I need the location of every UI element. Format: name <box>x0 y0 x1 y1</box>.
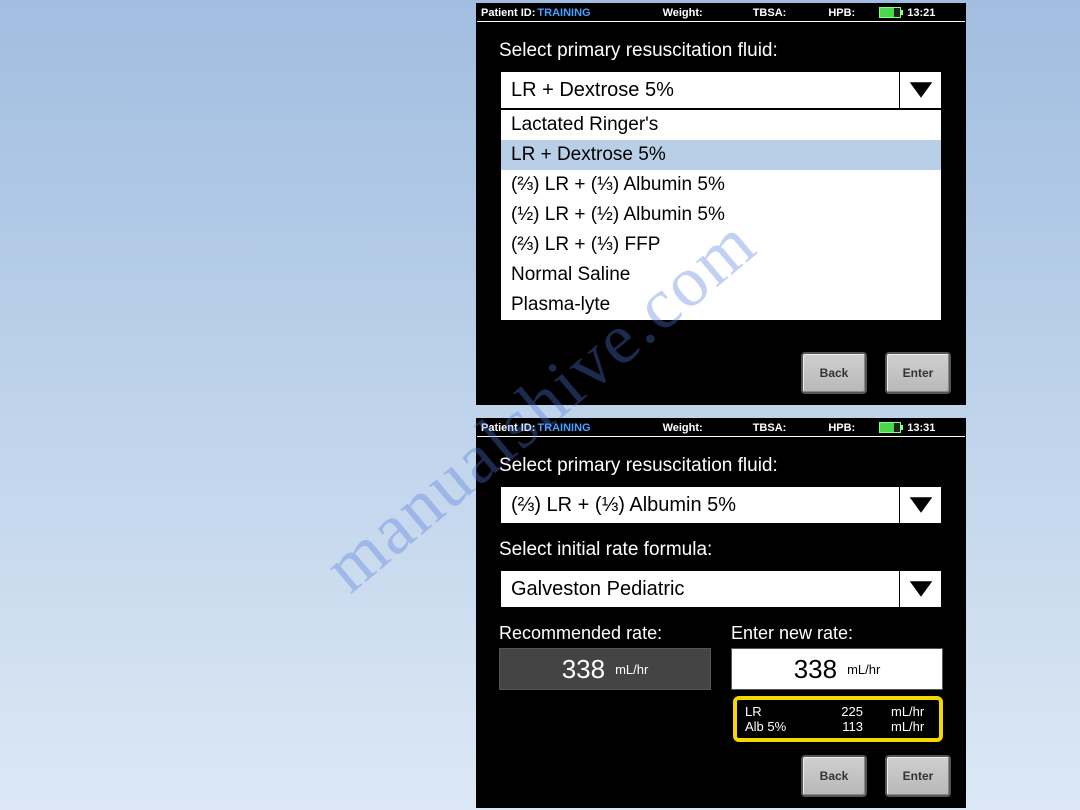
recommended-rate-box: 338 mL/hr <box>499 648 711 690</box>
fluid-option[interactable]: (½) LR + (½) Albumin 5% <box>501 200 941 230</box>
breakdown-row: LR 225 mL/hr <box>745 704 931 719</box>
tbsa-label: TBSA: <box>753 7 787 19</box>
breakdown-name: LR <box>745 704 801 719</box>
enter-rate-value: 338 <box>794 654 837 685</box>
recommended-rate-label: Recommended rate: <box>499 623 711 644</box>
chevron-down-icon <box>899 571 941 607</box>
breakdown-value: 113 <box>823 719 863 734</box>
breakdown-name: Alb 5% <box>745 719 801 734</box>
rate-breakdown-box: LR 225 mL/hr Alb 5% 113 mL/hr <box>733 696 943 742</box>
fluid-option[interactable]: Plasma-lyte <box>501 290 941 320</box>
device-screen-1: Patient ID: TRAINING Weight: TBSA: HPB: … <box>476 3 966 405</box>
battery-icon <box>879 422 901 433</box>
back-button[interactable]: Back <box>801 352 867 394</box>
chevron-down-icon <box>899 72 941 108</box>
breakdown-unit: mL/hr <box>885 704 931 719</box>
fluid-option[interactable]: LR + Dextrose 5% <box>501 140 941 170</box>
fluid-option[interactable]: (⅔) LR + (⅓) FFP <box>501 230 941 260</box>
tbsa-label: TBSA: <box>753 422 787 434</box>
breakdown-row: Alb 5% 113 mL/hr <box>745 719 931 734</box>
weight-label: Weight: <box>663 422 703 434</box>
fluid-select-value: (⅔) LR + (⅓) Albumin 5% <box>511 494 736 517</box>
chevron-down-icon <box>899 487 941 523</box>
fluid-select[interactable]: (⅔) LR + (⅓) Albumin 5% <box>499 485 943 525</box>
enter-rate-input[interactable]: 338 mL/hr <box>731 648 943 690</box>
fluid-select-value: LR + Dextrose 5% <box>511 79 674 102</box>
fluid-option[interactable]: Lactated Ringer's <box>501 110 941 140</box>
clock: 13:31 <box>907 422 935 434</box>
enter-button[interactable]: Enter <box>885 755 951 797</box>
breakdown-value: 225 <box>823 704 863 719</box>
fluid-option[interactable]: (⅔) LR + (⅓) Albumin 5% <box>501 170 941 200</box>
enter-rate-label: Enter new rate: <box>731 623 943 644</box>
fluid-option[interactable]: Normal Saline <box>501 260 941 290</box>
fluid-prompt: Select primary resuscitation fluid: <box>499 40 943 62</box>
formula-select-value: Galveston Pediatric <box>511 578 684 601</box>
patient-id-label: Patient ID: <box>481 422 535 434</box>
recommended-rate-value: 338 <box>562 654 605 685</box>
hpb-label: HPB: <box>828 7 855 19</box>
enter-button[interactable]: Enter <box>885 352 951 394</box>
hpb-label: HPB: <box>828 422 855 434</box>
recommended-rate-unit: mL/hr <box>615 662 648 677</box>
patient-id-value: TRAINING <box>537 422 590 434</box>
formula-select[interactable]: Galveston Pediatric <box>499 569 943 609</box>
status-bar: Patient ID: TRAINING Weight: TBSA: HPB: … <box>477 419 965 437</box>
battery-icon <box>879 7 901 18</box>
enter-rate-unit: mL/hr <box>847 662 880 677</box>
back-button[interactable]: Back <box>801 755 867 797</box>
clock: 13:21 <box>907 7 935 19</box>
weight-label: Weight: <box>663 7 703 19</box>
fluid-select[interactable]: LR + Dextrose 5% <box>499 70 943 110</box>
breakdown-unit: mL/hr <box>885 719 931 734</box>
patient-id-value: TRAINING <box>537 7 590 19</box>
patient-id-label: Patient ID: <box>481 7 535 19</box>
status-bar: Patient ID: TRAINING Weight: TBSA: HPB: … <box>477 4 965 22</box>
device-screen-2: Patient ID: TRAINING Weight: TBSA: HPB: … <box>476 418 966 808</box>
fluid-prompt: Select primary resuscitation fluid: <box>499 455 943 477</box>
formula-prompt: Select initial rate formula: <box>499 539 943 561</box>
fluid-dropdown-list: Lactated Ringer's LR + Dextrose 5% (⅔) L… <box>499 110 943 322</box>
